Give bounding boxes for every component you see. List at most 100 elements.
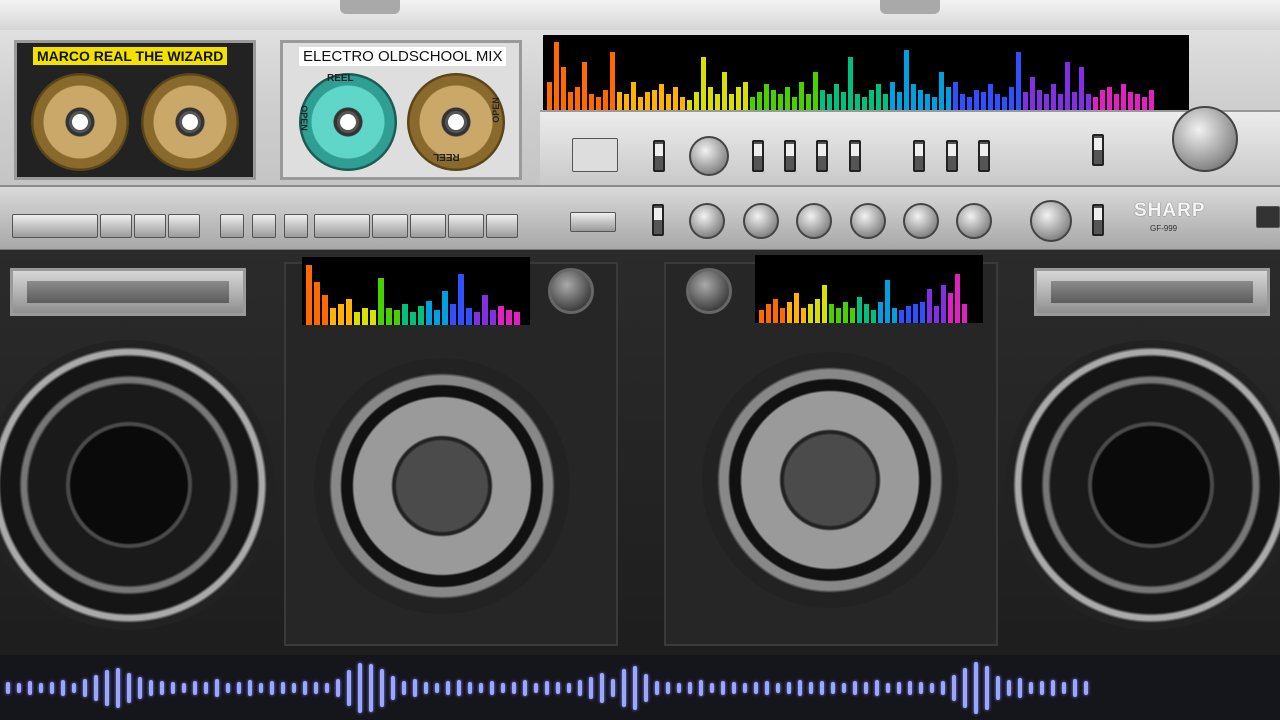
tuning-knob[interactable]	[689, 136, 729, 176]
spectrum-bar	[974, 90, 979, 112]
mode-switch[interactable]	[652, 204, 664, 236]
waveform-bar	[105, 669, 109, 706]
switch-1[interactable]	[653, 140, 665, 172]
spectrum-bar	[899, 310, 904, 323]
spectrum-bar	[1065, 62, 1070, 112]
spectrum-bar	[330, 308, 336, 325]
waveform-bar	[545, 680, 549, 695]
deck-key-2[interactable]	[100, 214, 132, 238]
spectrum-bar	[927, 289, 932, 323]
switch-6[interactable]	[913, 140, 925, 172]
waveform-bar	[556, 681, 560, 694]
large-tuner-knob[interactable]	[1172, 106, 1238, 172]
deck-key-9[interactable]	[372, 214, 408, 238]
switch-10[interactable]	[1092, 204, 1104, 236]
switch-9[interactable]	[1092, 134, 1104, 166]
waveform-bar	[754, 681, 758, 694]
spectrum-bar	[659, 84, 664, 112]
waveform-bar	[226, 682, 230, 693]
waveform-bar	[149, 679, 153, 696]
control-knob-3[interactable]	[796, 203, 832, 239]
deck-key-12[interactable]	[486, 214, 518, 238]
reel-label-4: OPEN	[490, 97, 501, 123]
waveform-bar	[996, 675, 1000, 700]
deck-key-5[interactable]	[220, 214, 244, 238]
waveform-bar	[380, 668, 384, 707]
deck-key-7[interactable]	[284, 214, 308, 238]
waveform-bar	[732, 681, 736, 694]
waveform-bar	[490, 680, 494, 695]
spectrum-bar	[757, 92, 762, 112]
spectrum-bar	[871, 310, 876, 323]
spectrum-bar	[466, 308, 472, 325]
volume-knob[interactable]	[1030, 200, 1072, 242]
deck-key-4[interactable]	[168, 214, 200, 238]
waveform-bar	[28, 680, 32, 695]
waveform-bar	[919, 681, 923, 694]
deck-key-6[interactable]	[252, 214, 276, 238]
waveform-bar	[688, 681, 692, 694]
waveform-bar	[820, 680, 824, 695]
waveform-bar	[600, 672, 604, 703]
switch-5[interactable]	[849, 140, 861, 172]
waveform-bar	[710, 682, 714, 693]
deck-key-3[interactable]	[134, 214, 166, 238]
band-selector[interactable]	[570, 212, 616, 232]
spectrum-bar	[743, 82, 748, 112]
headphone-jack[interactable]	[1256, 206, 1280, 228]
waveform-bar	[83, 678, 87, 697]
waveform-bar	[138, 676, 142, 699]
waveform-bar	[270, 680, 274, 695]
switch-3[interactable]	[784, 140, 796, 172]
waveform-bar	[248, 679, 252, 696]
waveform-bar	[776, 682, 780, 693]
waveform-bar	[831, 681, 835, 694]
control-knob-1[interactable]	[689, 203, 725, 239]
switch-7[interactable]	[946, 140, 958, 172]
switch-8[interactable]	[978, 140, 990, 172]
waveform-bar	[842, 682, 846, 693]
control-knob-5[interactable]	[903, 203, 939, 239]
switch-4[interactable]	[816, 140, 828, 172]
deck-key-8[interactable]	[314, 214, 370, 238]
bass-port-left	[10, 268, 246, 316]
spectrum-bar	[934, 306, 939, 323]
spectrum-bar	[498, 306, 504, 325]
teal-tape-reel-icon	[299, 73, 397, 171]
spectrum-visualizer-right	[755, 255, 983, 323]
power-button[interactable]	[572, 138, 618, 172]
switch-2[interactable]	[752, 140, 764, 172]
waveform-bar	[50, 681, 54, 694]
balance-knob-right[interactable]	[686, 268, 732, 314]
spectrum-bar	[506, 310, 512, 325]
spectrum-bar	[450, 304, 456, 325]
deck-key-11[interactable]	[448, 214, 484, 238]
waveform-bar	[182, 682, 186, 693]
deck-right-title: ELECTRO OLDSCHOOL MIX	[299, 47, 507, 66]
waveform-bar	[765, 680, 769, 695]
waveform-bar	[886, 682, 890, 693]
waveform-bar	[1051, 679, 1055, 696]
deck-key-1[interactable]	[12, 214, 98, 238]
deck-key-10[interactable]	[410, 214, 446, 238]
waveform-bar	[523, 679, 527, 696]
waveform-bar	[1029, 681, 1033, 694]
control-knob-2[interactable]	[743, 203, 779, 239]
spectrum-visualizer-top	[543, 35, 1189, 112]
waveform-bar	[655, 680, 659, 695]
spectrum-bar	[652, 90, 657, 112]
spectrum-bar	[813, 72, 818, 112]
spectrum-bar	[897, 92, 902, 112]
control-knob-6[interactable]	[956, 203, 992, 239]
waveform-bar	[798, 679, 802, 696]
waveform-bar	[457, 679, 461, 696]
spectrum-bar	[820, 90, 825, 112]
waveform-bar	[61, 679, 65, 696]
spectrum-bar	[785, 87, 790, 112]
spectrum-bar	[780, 308, 785, 323]
waveform-bar	[930, 682, 934, 693]
balance-knob-left[interactable]	[548, 268, 594, 314]
waveform-bar	[171, 681, 175, 694]
control-knob-4[interactable]	[850, 203, 886, 239]
midrange-speaker-left	[314, 358, 570, 614]
